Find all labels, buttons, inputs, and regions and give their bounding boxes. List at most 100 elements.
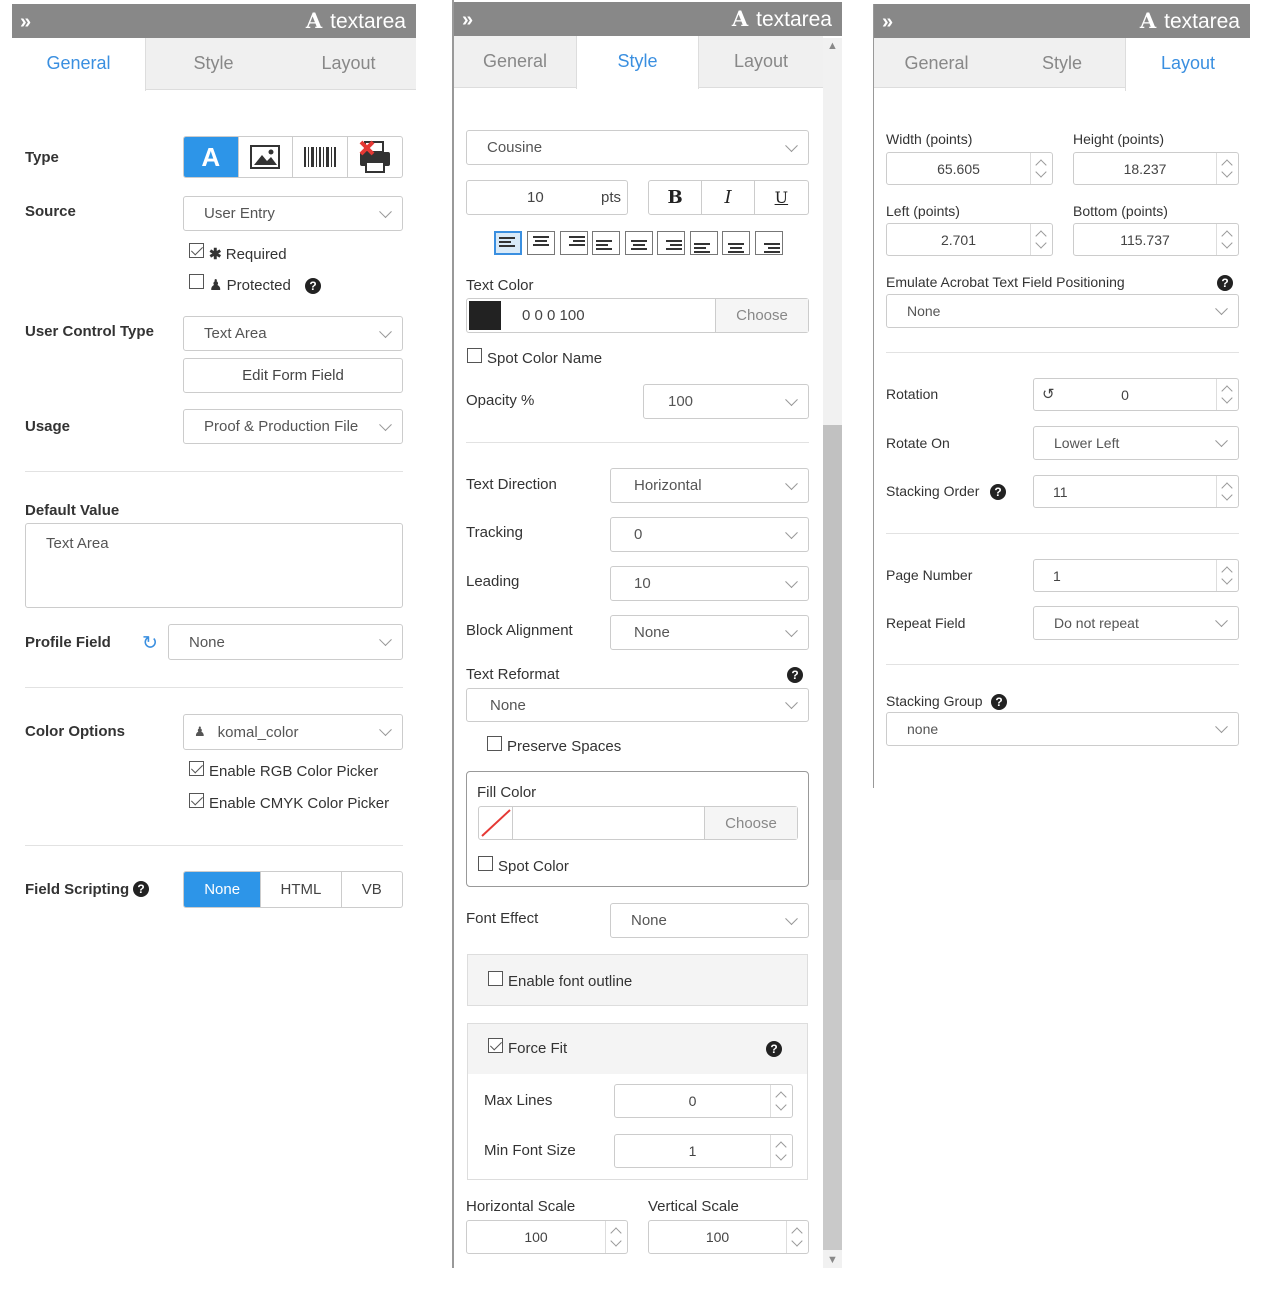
scripting-vb-option[interactable]: VB — [342, 872, 402, 907]
edit-form-field-button[interactable]: Edit Form Field — [183, 358, 403, 393]
force-fit-checkbox[interactable] — [488, 1038, 503, 1053]
align-middle-center-icon[interactable] — [625, 231, 653, 255]
align-top-right-icon[interactable] — [560, 231, 588, 255]
decrement-icon[interactable] — [1221, 573, 1233, 585]
stepper-arrows[interactable] — [770, 1135, 792, 1167]
stepper-arrows[interactable] — [1216, 153, 1238, 184]
font-select[interactable]: Cousine — [466, 130, 809, 165]
style-scrollbar[interactable]: ▲ ▼ — [823, 38, 842, 1268]
decrement-icon[interactable] — [791, 1235, 803, 1247]
text-reformat-help-icon[interactable]: ? — [787, 667, 803, 683]
stacking-group-help-icon[interactable]: ? — [991, 694, 1007, 710]
decrement-icon[interactable] — [1221, 166, 1233, 178]
height-stepper[interactable]: 18.237 — [1073, 152, 1239, 185]
collapse-chevron-icon[interactable]: » — [882, 11, 893, 34]
stepper-arrows[interactable] — [1216, 379, 1238, 410]
align-bottom-left-icon[interactable] — [690, 231, 718, 255]
type-barcode-option[interactable] — [293, 137, 348, 177]
rotate-on-select[interactable]: Lower Left — [1033, 426, 1239, 460]
decrement-icon[interactable] — [1035, 166, 1047, 178]
emulate-help-icon[interactable]: ? — [1217, 275, 1233, 291]
tab-layout[interactable]: Layout — [1125, 38, 1250, 91]
opacity-select[interactable]: 100 — [643, 384, 809, 419]
fill-color-choose-button[interactable]: Choose — [704, 807, 797, 839]
page-number-stepper[interactable]: 1 — [1033, 559, 1239, 592]
fill-color-field[interactable]: Choose — [478, 806, 798, 840]
profile-field-select[interactable]: None — [168, 624, 403, 660]
tab-general[interactable]: General — [874, 38, 999, 90]
tab-style[interactable]: Style — [576, 36, 699, 89]
min-font-size-stepper[interactable]: 1 — [614, 1134, 793, 1168]
required-checkbox[interactable] — [189, 243, 204, 258]
scripting-none-option[interactable]: None — [184, 872, 262, 907]
bold-button[interactable]: B — [649, 181, 703, 214]
preserve-spaces-checkbox[interactable] — [487, 736, 502, 751]
color-options-select[interactable]: ♟ komal_color — [183, 714, 403, 750]
stepper-arrows[interactable] — [1216, 476, 1238, 507]
enable-cmyk-checkbox[interactable] — [189, 793, 204, 808]
default-value-textarea[interactable]: Text Area — [25, 523, 403, 608]
text-color-field[interactable]: 0 0 0 100 Choose — [466, 298, 809, 333]
tab-style[interactable]: Style — [999, 38, 1125, 90]
font-size-input[interactable]: 10 pts — [466, 180, 628, 215]
stepper-arrows[interactable] — [605, 1221, 627, 1253]
type-image-option[interactable] — [239, 137, 293, 177]
collapse-chevron-icon[interactable]: » — [462, 9, 473, 32]
text-reformat-select[interactable]: None — [466, 688, 809, 722]
scroll-down-icon[interactable]: ▼ — [827, 1254, 838, 1266]
tab-general[interactable]: General — [454, 36, 576, 88]
type-text-option[interactable]: A — [184, 137, 239, 177]
underline-button[interactable]: U — [755, 181, 808, 214]
usage-select[interactable]: Proof & Production File — [183, 409, 403, 444]
spot-color-checkbox[interactable] — [478, 856, 493, 871]
spot-color-name-checkbox[interactable] — [467, 348, 482, 363]
stacking-group-select[interactable]: none — [886, 712, 1239, 746]
stacking-order-help-icon[interactable]: ? — [990, 484, 1006, 500]
tab-style[interactable]: Style — [146, 38, 281, 90]
no-color-swatch-icon[interactable] — [480, 808, 512, 838]
emulate-acrobat-select[interactable]: None — [886, 294, 1239, 328]
source-select[interactable]: User Entry — [183, 196, 403, 231]
tab-layout[interactable]: Layout — [281, 38, 416, 90]
tab-layout[interactable]: Layout — [699, 36, 823, 88]
stepper-arrows[interactable] — [770, 1085, 792, 1117]
align-bottom-center-icon[interactable] — [722, 231, 750, 255]
stepper-arrows[interactable] — [1216, 560, 1238, 591]
tab-general[interactable]: General — [12, 38, 146, 91]
width-stepper[interactable]: 65.605 — [886, 152, 1053, 185]
text-color-swatch[interactable] — [469, 301, 501, 330]
stepper-arrows[interactable] — [1030, 153, 1052, 184]
decrement-icon[interactable] — [1221, 489, 1233, 501]
collapse-chevron-icon[interactable]: » — [20, 11, 31, 34]
tracking-select[interactable]: 0 — [610, 517, 809, 552]
decrement-icon[interactable] — [1221, 392, 1233, 404]
force-fit-help-icon[interactable]: ? — [766, 1041, 782, 1057]
decrement-icon[interactable] — [1035, 237, 1047, 249]
scripting-html-option[interactable]: HTML — [261, 872, 342, 907]
enable-rgb-checkbox[interactable] — [189, 761, 204, 776]
align-top-left-icon[interactable] — [494, 231, 522, 255]
stepper-arrows[interactable] — [1216, 224, 1238, 255]
rotation-stepper[interactable]: ↺ 0 — [1033, 378, 1239, 411]
max-lines-stepper[interactable]: 0 — [614, 1084, 793, 1118]
leading-select[interactable]: 10 — [610, 566, 809, 601]
stepper-arrows[interactable] — [786, 1221, 808, 1253]
enable-font-outline-checkbox[interactable] — [488, 971, 503, 986]
protected-checkbox[interactable] — [189, 274, 204, 289]
field-scripting-help-icon[interactable]: ? — [133, 881, 149, 897]
decrement-icon[interactable] — [1221, 237, 1233, 249]
vertical-scale-stepper[interactable]: 100 — [648, 1220, 809, 1254]
protected-help-icon[interactable]: ? — [305, 278, 321, 294]
align-middle-right-icon[interactable] — [657, 231, 685, 255]
align-bottom-right-icon[interactable] — [755, 231, 783, 255]
scrollbar-thumb[interactable] — [823, 425, 842, 880]
bottom-stepper[interactable]: 115.737 — [1073, 223, 1239, 256]
text-direction-select[interactable]: Horizontal — [610, 468, 809, 503]
stacking-order-stepper[interactable]: 11 — [1033, 475, 1239, 508]
block-alignment-select[interactable]: None — [610, 615, 809, 650]
repeat-field-select[interactable]: Do not repeat — [1033, 606, 1239, 640]
type-noprint-option[interactable] — [348, 137, 403, 177]
horizontal-scale-stepper[interactable]: 100 — [466, 1220, 628, 1254]
decrement-icon[interactable] — [775, 1099, 787, 1111]
refresh-icon[interactable]: ↻ — [142, 632, 158, 655]
